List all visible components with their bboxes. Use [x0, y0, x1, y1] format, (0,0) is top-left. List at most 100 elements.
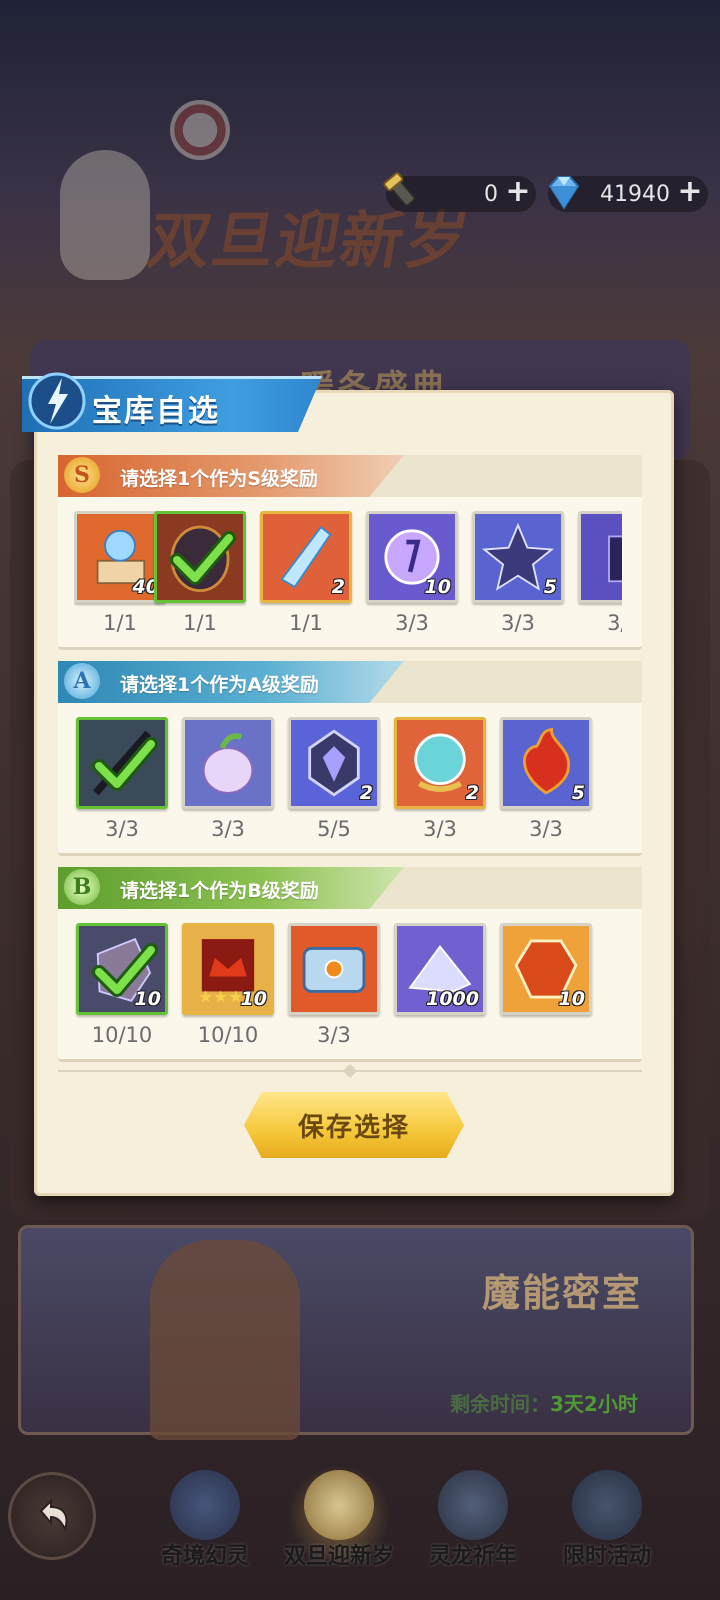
back-button[interactable]: [8, 1472, 96, 1560]
secret-room-title: 魔能密室: [482, 1271, 643, 1315]
item-count: 10: [134, 988, 161, 1010]
reward-item[interactable]: 3/3: [182, 717, 274, 841]
timer-label: 剩余时间：: [450, 1392, 550, 1416]
tier-a-items[interactable]: 3/3 3/3 2 5/5 2 3/3 5 3/3: [74, 703, 622, 853]
reward-item[interactable]: 1/1: [154, 511, 246, 635]
item-count: 10: [558, 988, 585, 1010]
modal-title: 宝库自选: [92, 394, 220, 429]
reward-icon-box[interactable]: 10: [76, 923, 168, 1015]
reward-item[interactable]: 5 3/3: [500, 717, 592, 841]
reward-icon-box[interactable]: 4: [578, 511, 622, 603]
item-quota: 3/3: [607, 611, 622, 635]
reward-item[interactable]: 40 1/1: [74, 511, 166, 635]
reward-item[interactable]: 3/3: [288, 923, 380, 1047]
checkmark-icon: [170, 531, 236, 585]
new-year-event-icon: [304, 1470, 374, 1540]
reward-item[interactable]: 10: [500, 923, 592, 1023]
reward-icon-box[interactable]: 2: [260, 511, 352, 603]
item-quota: 3/3: [211, 817, 245, 841]
save-selection-button[interactable]: 保存选择: [244, 1092, 464, 1158]
item-quota: 3/3: [395, 611, 429, 635]
item-quota: 3/3: [105, 817, 139, 841]
crystal-badge-icon: [28, 372, 86, 430]
reward-item[interactable]: 4 3/3: [578, 511, 622, 635]
reward-item[interactable]: 2 5/5: [288, 717, 380, 841]
reward-icon-box[interactable]: 10: [500, 923, 592, 1015]
reward-item[interactable]: 10 10/10: [76, 923, 168, 1047]
item-count: 2: [465, 782, 479, 804]
flashlight-currency: 0 +: [383, 172, 536, 212]
reward-item[interactable]: 2 3/3: [394, 717, 486, 841]
secret-room-timer: 剩余时间：3天2小时: [450, 1388, 638, 1417]
svg-text:★★★: ★★★: [198, 987, 243, 1007]
flashlight-amount: 0: [484, 182, 498, 207]
tier-header: B 请选择1个作为B级奖励: [58, 867, 642, 909]
tier-s-badge: S: [64, 457, 100, 493]
reward-icon-box[interactable]: 10: [366, 511, 458, 603]
add-diamond-button[interactable]: +: [676, 177, 704, 207]
checkmark-icon: [92, 737, 158, 791]
tier-a-section: A 请选择1个作为A级奖励 3/3 3/3 2 5/5 2 3/3 5 3/3: [58, 661, 642, 856]
item-quota: 5/5: [317, 817, 351, 841]
reward-icon-box[interactable]: 40: [74, 511, 166, 603]
save-selection-label: 保存选择: [297, 1112, 410, 1143]
item-quota: 10/10: [197, 1023, 259, 1047]
tab-limited-events[interactable]: 限时活动: [542, 1470, 672, 1600]
item-quota: 3/3: [317, 1023, 351, 1047]
item-quota: 3/3: [529, 817, 563, 841]
reward-icon-box[interactable]: [76, 717, 168, 809]
tab-label: 灵龙祈年: [428, 1544, 517, 1569]
reward-icon-box[interactable]: [154, 511, 246, 603]
tab-dragon-blessing[interactable]: 灵龙祈年: [408, 1470, 538, 1600]
tier-s-section: S 请选择1个作为S级奖励 40 1/1 1/1 2 1/1 10 3/3 5 …: [58, 455, 642, 650]
timer-value: 3天2小时: [550, 1392, 638, 1416]
tab-wonderland-spirits[interactable]: 奇境幻灵: [140, 1470, 270, 1600]
candy-decoration: [170, 100, 230, 160]
reward-item[interactable]: 5 3/3: [472, 511, 564, 635]
tier-header: A 请选择1个作为A级奖励: [58, 661, 642, 703]
add-flashlight-button[interactable]: +: [504, 177, 532, 207]
flashlight-icon: [383, 172, 416, 207]
tab-label: 双旦迎新岁: [283, 1544, 394, 1569]
reward-icon-box[interactable]: 1000: [394, 923, 486, 1015]
item-count: 5: [571, 782, 585, 804]
dragon-blessing-icon: [438, 1470, 508, 1540]
item-quota: 1/1: [183, 611, 217, 635]
treasure-chest-icon: [291, 926, 377, 1012]
reward-icon-box[interactable]: 5: [472, 511, 564, 603]
item-quota: 1/1: [289, 611, 323, 635]
item-count: 1000: [426, 988, 479, 1010]
hourglass-icon: [572, 1470, 642, 1540]
item-count: 10: [424, 576, 451, 598]
item-quota: 1/1: [103, 611, 137, 635]
reward-icon-box[interactable]: [288, 923, 380, 1015]
reward-item[interactable]: 2 1/1: [260, 511, 352, 635]
tier-b-items[interactable]: 10 10/10 ★★★ 10 10/10 3/3 1000 10: [74, 909, 622, 1059]
reward-icon-box[interactable]: 2: [288, 717, 380, 809]
rainbow-pepper-icon: [185, 720, 271, 806]
reward-icon-box[interactable]: 5: [500, 717, 592, 809]
diamond-icon: [548, 176, 580, 210]
item-count: 5: [543, 576, 557, 598]
tab-label: 限时活动: [562, 1544, 651, 1569]
diamond-currency: 41940 +: [548, 176, 708, 212]
wonderland-spirits-icon: [170, 1470, 240, 1540]
tier-b-badge: B: [64, 869, 100, 905]
back-arrow-icon: [39, 1498, 68, 1532]
item-quota: 3/3: [501, 611, 535, 635]
item-count: 2: [331, 576, 345, 598]
tier-b-title: 请选择1个作为B级奖励: [120, 880, 319, 902]
reward-item[interactable]: 10 3/3: [366, 511, 458, 635]
tab-new-year-event[interactable]: 双旦迎新岁: [274, 1466, 404, 1600]
snowman-decoration: [60, 150, 150, 280]
tier-a-title: 请选择1个作为A级奖励: [120, 674, 319, 696]
tab-label: 奇境幻灵: [160, 1544, 249, 1569]
tier-s-items[interactable]: 40 1/1 1/1 2 1/1 10 3/3 5 3/3 3: [74, 497, 622, 647]
reward-icon-box[interactable]: [182, 717, 274, 809]
tier-s-title: 请选择1个作为S级奖励: [120, 468, 318, 490]
reward-icon-box[interactable]: 2: [394, 717, 486, 809]
reward-item[interactable]: 3/3: [76, 717, 168, 841]
reward-icon-box[interactable]: ★★★ 10: [182, 923, 274, 1015]
reward-item[interactable]: 1000: [394, 923, 486, 1023]
reward-item[interactable]: ★★★ 10 10/10: [182, 923, 274, 1047]
